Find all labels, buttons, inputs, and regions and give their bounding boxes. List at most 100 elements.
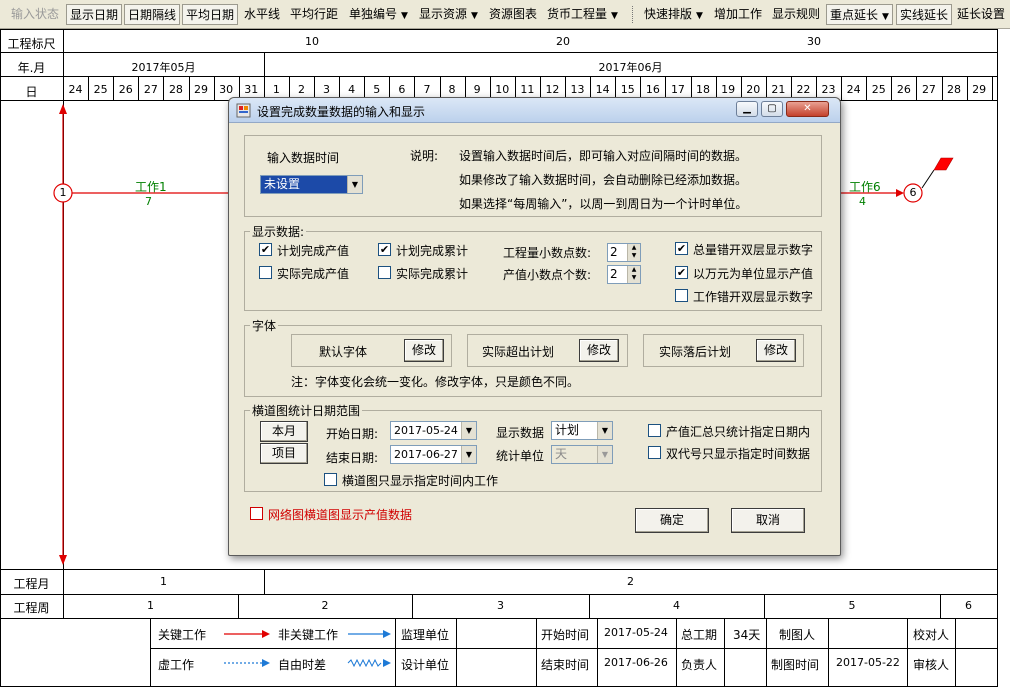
cancel-button[interactable]: 取消 bbox=[731, 508, 805, 533]
actual-cumulative-label: 实际完成累计 bbox=[396, 267, 469, 281]
behind-plan-modify-button[interactable]: 修改 bbox=[756, 339, 796, 362]
checkmark-icon: ✔ bbox=[260, 243, 271, 256]
input-time-value: 未设置 bbox=[264, 177, 301, 191]
chevron-down-icon: ▼ bbox=[461, 422, 476, 439]
close-button[interactable]: ✕ bbox=[786, 101, 829, 117]
day-cell: 20 bbox=[746, 83, 761, 96]
project-week-cell: 1 bbox=[147, 599, 154, 612]
stat-unit-label: 统计单位 bbox=[496, 449, 545, 463]
scale-tick: 10 bbox=[305, 35, 319, 48]
legend-start-label: 开始时间 bbox=[541, 628, 590, 642]
toolbar-separator bbox=[632, 6, 634, 23]
day-cell: 4 bbox=[348, 83, 356, 96]
start-date-picker[interactable]: 2017-05-24 ▼ bbox=[390, 421, 477, 440]
minimize-icon: ▁ bbox=[743, 103, 751, 114]
checkmark-icon: ✔ bbox=[379, 243, 390, 256]
wan-unit-label: 以万元为单位显示产值 bbox=[693, 267, 814, 281]
extend-settings-button[interactable]: 延长设置 bbox=[954, 4, 1008, 25]
maximize-button[interactable]: ▢ bbox=[761, 101, 783, 117]
legend-arrows bbox=[224, 630, 391, 668]
display-data-legend: 显示数据: bbox=[250, 223, 307, 240]
day-cell: 8 bbox=[448, 83, 456, 96]
legend-end-value: 2017-06-26 bbox=[604, 656, 668, 669]
legend-reviewer: 审核人 bbox=[913, 658, 950, 672]
over-plan-modify-button[interactable]: 修改 bbox=[579, 339, 619, 362]
day-cell: 7 bbox=[423, 83, 431, 96]
qty-decimals-label: 工程量小数点数: bbox=[503, 246, 592, 260]
display-rules-button[interactable]: 显示规则 bbox=[769, 4, 823, 25]
only-range-checkbox[interactable] bbox=[324, 473, 337, 486]
node-label: 6 bbox=[909, 186, 917, 199]
day-cell: 28 bbox=[168, 83, 183, 96]
legend-responsible: 负责人 bbox=[681, 658, 718, 672]
show-resources-label: 显示资源 bbox=[419, 7, 468, 21]
project-button[interactable]: 项目 bbox=[260, 443, 308, 464]
add-work-button[interactable]: 增加工作 bbox=[711, 4, 765, 25]
spin-arrows-icon: ▲ ▼ bbox=[627, 266, 640, 283]
average-row-spacing-button[interactable]: 平均行距 bbox=[287, 4, 341, 25]
show-date-button[interactable]: 显示日期 bbox=[66, 4, 123, 25]
stat-unit-select[interactable]: 天 ▼ bbox=[551, 445, 613, 464]
chevron-down-icon: ▼ bbox=[461, 446, 476, 463]
work-split-label: 工作错开双层显示数字 bbox=[693, 290, 814, 304]
sum-in-range-checkbox[interactable] bbox=[648, 424, 661, 437]
project-week-cell: 5 bbox=[848, 599, 856, 612]
note-label: 说明: bbox=[410, 149, 439, 163]
plan-cumulative-checkbox[interactable]: ✔ bbox=[378, 243, 391, 256]
month-cell: 2017年06月 bbox=[598, 61, 663, 74]
show-data-select[interactable]: 计划 ▼ bbox=[551, 421, 613, 440]
input-status-button[interactable]: 输入状态 bbox=[8, 4, 62, 25]
value-decimals-spinner[interactable]: 2 ▲ ▼ bbox=[607, 265, 641, 284]
chevron-down-icon: ▼ bbox=[611, 11, 618, 21]
day-cell: 1 bbox=[272, 83, 280, 96]
legend-end-label: 结束时间 bbox=[541, 658, 590, 672]
day-cell: 24 bbox=[846, 83, 861, 96]
show-resources-button[interactable]: 显示资源 ▼ bbox=[416, 4, 481, 25]
day-cell: 12 bbox=[545, 83, 560, 96]
currency-quantity-button[interactable]: 货币工程量 ▼ bbox=[544, 4, 621, 25]
actual-output-checkbox[interactable] bbox=[259, 266, 272, 279]
chevron-down-icon: ▼ bbox=[696, 11, 703, 21]
day-cell: 27 bbox=[143, 83, 158, 96]
average-date-button[interactable]: 平均日期 bbox=[182, 4, 239, 25]
quick-layout-button[interactable]: 快速排版 ▼ bbox=[641, 4, 706, 25]
end-date-picker[interactable]: 2017-06-27 ▼ bbox=[390, 445, 477, 464]
solid-extend-button[interactable]: 实线延长 bbox=[896, 4, 953, 25]
total-split-checkbox[interactable]: ✔ bbox=[675, 242, 688, 255]
legend-duration-value: 34天 bbox=[733, 628, 761, 642]
scale-tick: 30 bbox=[807, 35, 821, 48]
task-duration: 7 bbox=[145, 195, 152, 208]
horizontal-line-button[interactable]: 水平线 bbox=[241, 4, 283, 25]
plan-output-checkbox[interactable]: ✔ bbox=[259, 243, 272, 256]
key-extend-button[interactable]: 重点延长 ▼ bbox=[826, 4, 893, 25]
work-split-checkbox[interactable] bbox=[675, 289, 688, 302]
date-separator-button[interactable]: 日期隔线 bbox=[124, 4, 181, 25]
dual-code-checkbox[interactable] bbox=[648, 446, 661, 459]
resource-chart-button[interactable]: 资源图表 bbox=[486, 4, 540, 25]
chevron-down-icon: ▼ bbox=[597, 446, 612, 463]
individual-numbering-button[interactable]: 单独编号 ▼ bbox=[346, 4, 411, 25]
ok-button[interactable]: 确定 bbox=[635, 508, 709, 533]
day-cell: 9 bbox=[473, 83, 481, 96]
project-week-cell: 4 bbox=[673, 599, 680, 612]
network-show-checkbox[interactable] bbox=[250, 507, 263, 520]
note-line: 设置输入数据时间后，即可输入对应间隔时间的数据。 bbox=[459, 149, 748, 163]
this-month-button[interactable]: 本月 bbox=[260, 421, 308, 442]
behind-plan-label: 实际落后计划 bbox=[659, 345, 732, 359]
network-show-label: 网络图横道图显示产值数据 bbox=[268, 508, 413, 522]
day-cell: 22 bbox=[796, 83, 811, 96]
wan-unit-checkbox[interactable]: ✔ bbox=[675, 266, 688, 279]
key-extend-label: 重点延长 bbox=[830, 8, 879, 22]
plan-output-label: 计划完成产值 bbox=[277, 244, 350, 258]
qty-decimals-spinner[interactable]: 2 ▲ ▼ bbox=[607, 243, 641, 262]
day-cell: 24 bbox=[68, 83, 83, 96]
project-month-cell: 1 bbox=[160, 575, 167, 588]
actual-cumulative-checkbox[interactable] bbox=[378, 266, 391, 279]
default-font-modify-button[interactable]: 修改 bbox=[404, 339, 444, 362]
day-cell: 2 bbox=[297, 83, 305, 96]
minimize-button[interactable]: ▁ bbox=[736, 101, 758, 117]
chevron-down-icon: ▼ bbox=[882, 12, 889, 22]
input-time-select[interactable]: 未设置 ▼ bbox=[260, 175, 363, 194]
maximize-icon: ▢ bbox=[767, 103, 777, 114]
day-cell: 26 bbox=[118, 83, 133, 96]
